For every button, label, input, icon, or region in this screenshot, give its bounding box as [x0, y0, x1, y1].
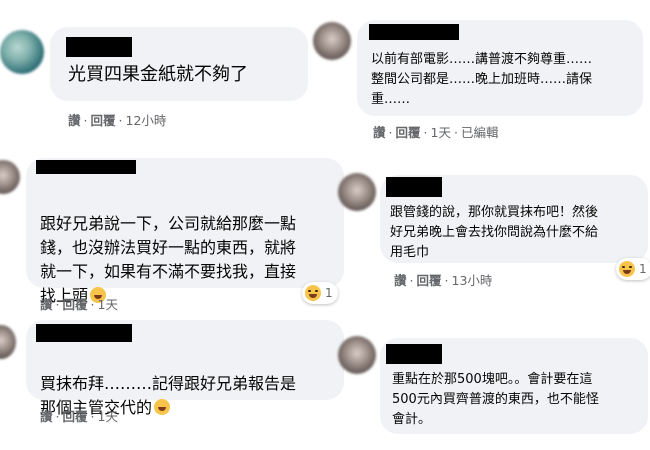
comment-bubble: 以前有部電影……講普渡不夠尊重…… 整間公司都是……晚上加班時……請保 重…… — [357, 20, 643, 116]
redacted-commenter-name[interactable] — [36, 324, 132, 342]
comment-actions: 讚 · 回覆 · 1天 — [40, 409, 118, 424]
reaction-badge[interactable]: 1 — [302, 282, 338, 304]
comment-actions: 讚 · 回覆 · 13小時 — [394, 273, 493, 288]
comment-bubble: 跟管錢的說，那你就買抹布吧！然後 好兄弟晚上會去找你問說為什麼不給 用毛巾 — [380, 175, 648, 263]
edited-label[interactable]: 已編輯 — [461, 125, 499, 140]
commenter-avatar[interactable] — [313, 22, 351, 60]
comment-actions: 讚 · 回覆 · 1天 · 已編輯 — [373, 125, 499, 140]
commenter-avatar[interactable] — [0, 160, 20, 194]
commenter-avatar[interactable] — [0, 325, 16, 359]
comment-text: 重點在於那500塊吧。。會計要在這 500元內買齊普渡的東西，也不能怪 會計。 — [392, 372, 599, 427]
laughing-emoji-icon — [154, 399, 171, 415]
commenter-avatar[interactable] — [338, 173, 376, 211]
commenter-avatar[interactable] — [338, 336, 376, 374]
reaction-badge[interactable]: 1 — [616, 258, 650, 280]
comment-bubble: 買抹布拜………記得跟好兄弟報告是 那個主管交代的 — [26, 320, 344, 417]
comment-actions: 讚 · 回覆 · 12小時 — [68, 113, 167, 128]
reaction-count: 1 — [325, 286, 333, 300]
comment-text: 跟管錢的說，那你就買抹布吧！然後 好兄弟晚上會去找你問說為什麼不給 用毛巾 — [390, 205, 599, 260]
comment-timestamp[interactable]: 12小時 — [126, 113, 167, 128]
like-button[interactable]: 讚 — [68, 113, 81, 128]
comment-text: 跟好兄弟說一下，公司就給那麼一點 錢，也沒辦法買好一點的東西，就將 就一下，如果… — [40, 214, 297, 305]
redacted-commenter-name[interactable] — [66, 37, 132, 57]
reply-button[interactable]: 回覆 — [396, 125, 421, 140]
reaction-count: 1 — [639, 262, 647, 276]
like-button[interactable]: 讚 — [40, 409, 53, 424]
commenter-avatar[interactable] — [0, 30, 44, 74]
comment-timestamp[interactable]: 1天 — [431, 125, 451, 140]
like-button[interactable]: 讚 — [373, 125, 386, 140]
comment-timestamp[interactable]: 1天 — [98, 409, 118, 424]
reply-button[interactable]: 回覆 — [63, 297, 88, 312]
reply-button[interactable]: 回覆 — [91, 113, 116, 128]
redacted-commenter-name[interactable] — [36, 160, 136, 174]
comment-bubble: 跟好兄弟說一下，公司就給那麼一點 錢，也沒辦法買好一點的東西，就將 就一下，如果… — [26, 158, 344, 305]
comment-bubble: 光買四果金紙就不夠了 — [50, 27, 308, 101]
comment-text: 以前有部電影……講普渡不夠尊重…… 整間公司都是……晚上加班時……請保 重…… — [371, 52, 593, 107]
like-button[interactable]: 讚 — [40, 297, 53, 312]
comment-timestamp[interactable]: 13小時 — [452, 273, 493, 288]
reply-button[interactable]: 回覆 — [417, 273, 442, 288]
like-button[interactable]: 讚 — [394, 273, 407, 288]
comment-bubble: 重點在於那500塊吧。。會計要在這 500元內買齊普渡的東西，也不能怪 會計。 — [380, 338, 648, 434]
comment-timestamp[interactable]: 1天 — [98, 297, 118, 312]
comment-text: 光買四果金紙就不夠了 — [68, 64, 248, 85]
reply-button[interactable]: 回覆 — [63, 409, 88, 424]
comment-actions: 讚 · 回覆 · 1天 — [40, 297, 118, 312]
redacted-commenter-name[interactable] — [386, 177, 442, 197]
laughing-emoji-icon — [619, 261, 635, 277]
laughing-emoji-icon — [305, 285, 321, 301]
redacted-commenter-name[interactable] — [386, 344, 442, 364]
redacted-commenter-name[interactable] — [369, 24, 459, 40]
